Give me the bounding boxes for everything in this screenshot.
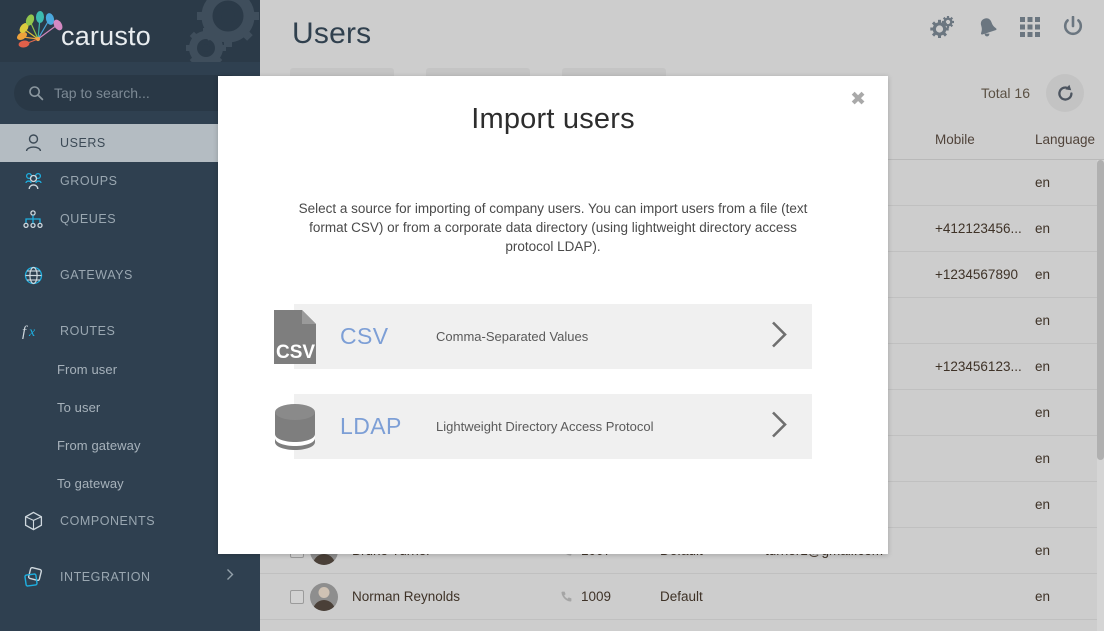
header-icon-bar — [930, 15, 1084, 43]
option-description: Comma-Separated Values — [436, 329, 589, 344]
sidebar-item-label: ROUTES — [60, 324, 116, 338]
th-mobile: Mobile — [935, 132, 975, 147]
option-abbr: CSV — [340, 323, 389, 349]
settings-gears-icon[interactable] — [930, 15, 955, 43]
sidebar-item-label: From user — [57, 361, 118, 377]
cell-group: Default — [660, 589, 703, 604]
sidebar-item-label: QUEUES — [60, 212, 117, 226]
page-header: Users — [260, 0, 1104, 68]
cell-language: en — [1035, 267, 1051, 282]
chevron-right-icon — [226, 568, 234, 586]
th-language: Language — [1035, 132, 1096, 147]
user-name: Norman Reynolds — [352, 589, 461, 604]
cell-language: en — [1035, 451, 1051, 466]
carusto-fan-logo — [17, 11, 63, 48]
option-description: Lightweight Directory Access Protocol — [436, 419, 654, 434]
cell-language: en — [1035, 221, 1051, 236]
cell-language: en — [1035, 543, 1051, 558]
search-input[interactable] — [54, 85, 235, 101]
sidebar-item-label: USERS — [60, 136, 106, 150]
cell-name: Norman Reynolds — [310, 582, 560, 611]
cell-language: en — [1035, 497, 1051, 512]
close-icon[interactable]: ✖ — [846, 86, 870, 113]
total-area: Total 16 — [981, 74, 1084, 112]
search-icon — [29, 86, 44, 101]
cell-language: en — [1035, 359, 1051, 374]
cell-mobile: +123456123... — [935, 359, 1022, 374]
cell-mobile: +1234567890 — [935, 267, 1018, 282]
svg-text:x: x — [28, 325, 36, 340]
svg-text:CSV: CSV — [276, 342, 315, 363]
sidebar-item-label: GROUPS — [60, 174, 118, 188]
table-scrollbar-track[interactable] — [1097, 160, 1104, 631]
brand-name: carusto — [61, 21, 151, 51]
bell-icon[interactable] — [976, 16, 998, 43]
fx-icon: f x — [22, 320, 44, 342]
row-checkbox[interactable] — [290, 589, 304, 604]
database-icon — [275, 403, 315, 450]
table-scrollbar-thumb[interactable] — [1097, 160, 1104, 460]
dialog-description: Select a source for importing of company… — [298, 201, 808, 254]
import-users-dialog: ✖ Import users Select a source for impor… — [218, 76, 888, 554]
user-icon — [22, 132, 44, 154]
row-checkbox-cell — [260, 589, 310, 604]
svg-text:f: f — [22, 324, 28, 340]
apps-grid-icon[interactable] — [1020, 17, 1040, 42]
cube-icon — [22, 510, 44, 532]
table-row[interactable]: Norman Reynolds 1009 Default en — [260, 574, 1104, 620]
sidebar-item-label: INTEGRATION — [60, 570, 151, 584]
import-option-ldap[interactable]: LDAP Lightweight Directory Access Protoc… — [275, 394, 812, 459]
cell-mobile: +412123456... — [935, 221, 1022, 236]
cell-language: en — [1035, 589, 1051, 604]
cell-language: en — [1035, 313, 1051, 328]
sidebar-item-label: From gateway — [57, 437, 141, 453]
globe-icon — [22, 264, 44, 286]
chevron-right-icon — [770, 319, 788, 354]
sidebar-item-label: To user — [57, 399, 101, 415]
brand-header[interactable]: carusto — [0, 0, 260, 62]
dialog-title: Import users — [471, 103, 635, 135]
import-option-csv[interactable]: CSV CSV Comma-Separated Values — [274, 304, 812, 369]
queue-icon — [22, 208, 44, 230]
sidebar-item-label: To gateway — [57, 475, 124, 491]
chevron-right-icon — [770, 409, 788, 444]
group-icon — [22, 170, 44, 192]
cell-extension: 1009 — [560, 589, 660, 604]
integration-icon — [22, 566, 44, 588]
sidebar-item-label: GATEWAYS — [60, 268, 133, 282]
phone-icon — [561, 591, 572, 602]
refresh-button[interactable] — [1046, 74, 1084, 112]
avatar — [310, 582, 338, 611]
refresh-icon — [1057, 84, 1073, 101]
sidebar-item-label: COMPONENTS — [60, 514, 156, 528]
page-title: Users — [292, 17, 372, 50]
search-box[interactable] — [14, 75, 246, 111]
gears-decoration-icon — [186, 0, 259, 62]
power-icon[interactable] — [1062, 15, 1084, 43]
total-count-label: Total 16 — [980, 85, 1030, 101]
cell-language: en — [1035, 405, 1051, 420]
csv-file-icon: CSV — [274, 309, 316, 364]
sidebar-item-integration[interactable]: INTEGRATION — [0, 558, 260, 596]
extension-number: 1009 — [581, 589, 612, 604]
option-abbr: LDAP — [340, 413, 402, 439]
app-root: carusto USERS — [0, 0, 1104, 631]
cell-language: en — [1035, 175, 1051, 190]
